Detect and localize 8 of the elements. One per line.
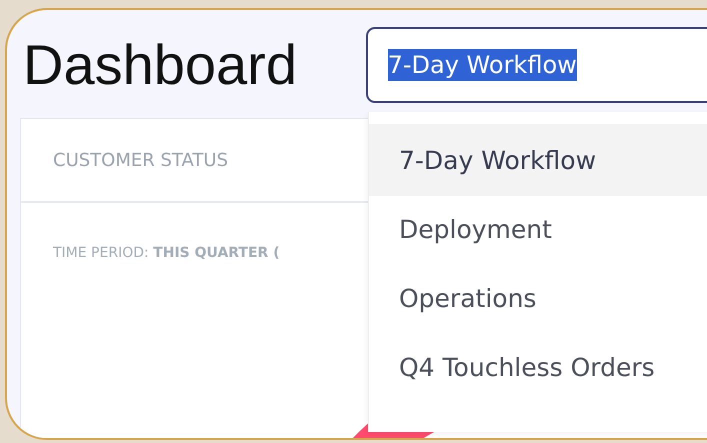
- time-period-label: TIME PERIOD: THIS QUARTER (: [53, 245, 281, 261]
- dropdown-item[interactable]: Q4 Touchless Orders: [369, 331, 707, 403]
- page-title: Dashboard: [23, 32, 298, 96]
- dropdown-item[interactable]: 7-Day Workflow: [369, 124, 707, 196]
- panel-title: CUSTOMER STATUS: [53, 150, 228, 170]
- dropdown-item[interactable]: Operations: [369, 262, 707, 334]
- workflow-select[interactable]: 7-Day Workflow: [366, 27, 707, 103]
- dropdown-item[interactable]: Deployment: [369, 193, 707, 265]
